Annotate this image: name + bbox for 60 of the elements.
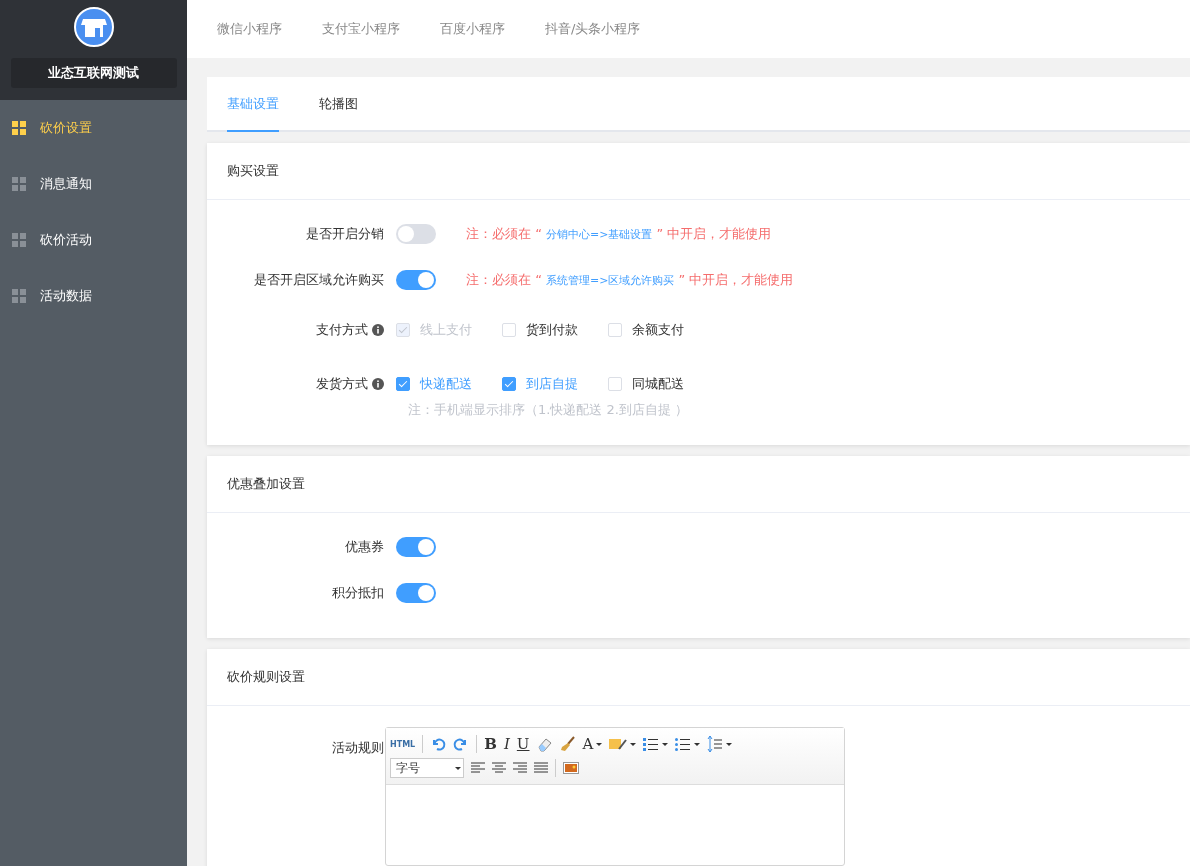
platform-tab[interactable]: 微信小程序 — [217, 20, 282, 38]
toggle-switch[interactable] — [396, 583, 436, 603]
grid-icon — [12, 289, 26, 303]
sidebar-item[interactable]: 砍价活动 — [0, 212, 187, 268]
field-label: 是否开启分销 — [305, 225, 385, 243]
caret-icon[interactable] — [694, 742, 701, 746]
note-text: 注：必须在 “ 系统管理=>区域允许购买 ” 中开启，才能使用 — [466, 271, 794, 289]
font-color-button[interactable]: A — [582, 735, 594, 753]
platform-tab[interactable]: 支付宝小程序 — [322, 20, 400, 38]
checkbox[interactable] — [396, 377, 410, 391]
field-label: 优惠券 — [344, 538, 385, 556]
checkbox-label[interactable]: 货到付款 — [526, 321, 578, 339]
hint-text: 注：手机端显示排序（1.快递配送 2.到店自提 ） — [408, 401, 690, 419]
align-left-icon[interactable] — [471, 762, 485, 774]
grid-icon — [12, 121, 26, 135]
checkbox-label[interactable]: 同城配送 — [632, 375, 684, 393]
field-label: 发货方式 — [316, 375, 368, 393]
toggle-switch[interactable] — [396, 224, 436, 244]
align-justify-icon[interactable] — [534, 762, 548, 774]
brush-icon[interactable] — [559, 736, 576, 752]
sidebar-item[interactable]: 砍价设置 — [0, 100, 187, 156]
image-icon[interactable] — [563, 762, 579, 774]
bold-button[interactable]: B — [484, 735, 497, 753]
info-icon[interactable] — [372, 378, 384, 390]
note-text: 注：必须在 “ 分销中心=>基础设置 ” 中开启，才能使用 — [466, 225, 772, 243]
caret-icon[interactable] — [630, 742, 637, 746]
html-button[interactable]: HTML — [390, 739, 416, 749]
toggle-switch[interactable] — [396, 537, 436, 557]
info-icon[interactable] — [372, 324, 384, 336]
underline-button[interactable]: U — [516, 735, 530, 753]
section-title: 购买设置 — [207, 143, 1190, 200]
field-label: 是否开启区域允许购买 — [253, 271, 385, 289]
font-size-select[interactable]: 字号 — [390, 758, 464, 778]
shop-name: 业态互联网测试 — [10, 58, 177, 88]
toggle-switch[interactable] — [396, 270, 436, 290]
section-title: 优惠叠加设置 — [207, 456, 1190, 513]
bullet-list-icon[interactable] — [675, 737, 692, 751]
checkbox[interactable] — [502, 377, 516, 391]
align-right-icon[interactable] — [513, 762, 527, 774]
ordered-list-icon[interactable] — [643, 737, 660, 751]
platform-tab[interactable]: 抖音/头条小程序 — [545, 20, 641, 38]
checkbox-label[interactable]: 余额支付 — [632, 321, 684, 339]
caret-icon[interactable] — [662, 742, 669, 746]
align-center-icon[interactable] — [492, 762, 506, 774]
sidebar-item[interactable]: 活动数据 — [0, 268, 187, 324]
store-logo-icon — [73, 7, 114, 47]
field-label: 支付方式 — [316, 321, 368, 339]
highlighter-icon[interactable] — [609, 737, 628, 751]
field-label: 积分抵扣 — [331, 584, 385, 602]
caret-icon[interactable] — [596, 742, 603, 746]
italic-button[interactable]: I — [503, 735, 510, 753]
platform-tab[interactable]: 百度小程序 — [440, 20, 505, 38]
grid-icon — [12, 233, 26, 247]
caret-icon[interactable] — [726, 742, 733, 746]
grid-icon — [12, 177, 26, 191]
undo-icon[interactable] — [430, 736, 447, 752]
sidebar-item[interactable]: 消息通知 — [0, 156, 187, 212]
eraser-icon[interactable] — [536, 736, 553, 752]
page-tab[interactable]: 轮播图 — [319, 77, 358, 132]
section-title: 砍价规则设置 — [207, 649, 1190, 706]
